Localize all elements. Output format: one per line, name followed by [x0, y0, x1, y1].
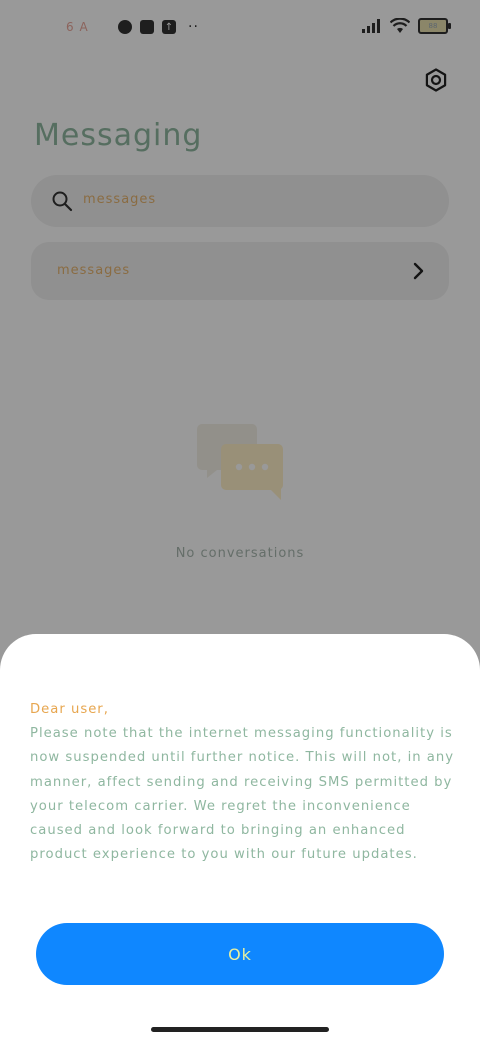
notice-bottom-sheet: Dear user, Please note that the internet… [0, 634, 480, 1040]
notice-body: Please note that the internet messaging … [30, 726, 455, 863]
ok-button[interactable]: Ok [36, 923, 444, 985]
messaging-screen: 6 A ↑ ·· 88 Messaging messages messages … [0, 0, 480, 1040]
notice-message: Dear user, Please note that the internet… [30, 698, 462, 867]
home-indicator[interactable] [151, 1027, 329, 1032]
notice-greeting: Dear user, [30, 702, 109, 717]
